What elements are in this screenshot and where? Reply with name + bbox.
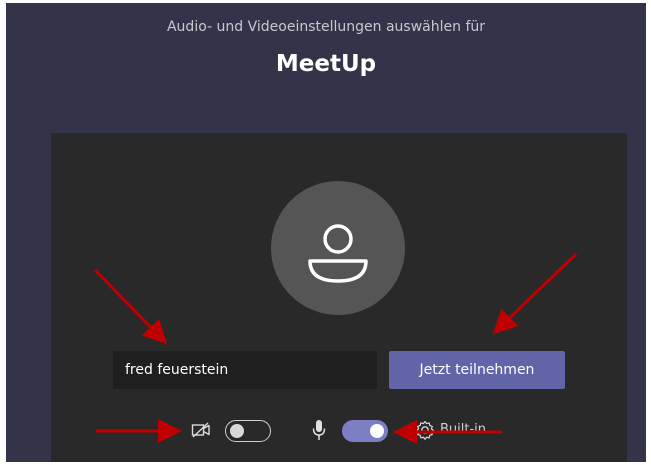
microphone-toggle-knob bbox=[370, 424, 384, 438]
name-input[interactable] bbox=[113, 351, 377, 389]
camera-off-icon bbox=[191, 422, 210, 438]
header-subtitle: Audio- und Videoeinstellungen auswählen … bbox=[166, 19, 485, 35]
meeting-prejoin-window: Audio- und Videoeinstellungen auswählen … bbox=[6, 3, 646, 462]
camera-toggle[interactable] bbox=[225, 420, 271, 442]
video-preview-panel: Jetzt teilnehmen Built bbox=[51, 133, 627, 462]
microphone-icon bbox=[312, 420, 326, 440]
device-controls: Built-in bbox=[51, 415, 627, 445]
gear-icon[interactable] bbox=[415, 420, 435, 440]
meeting-title: MeetUp bbox=[275, 51, 377, 77]
person-icon bbox=[308, 224, 368, 283]
camera-toggle-knob bbox=[230, 423, 244, 438]
join-now-button[interactable]: Jetzt teilnehmen bbox=[389, 351, 565, 389]
avatar bbox=[271, 181, 405, 315]
device-label[interactable]: Built-in bbox=[440, 422, 486, 437]
microphone-toggle[interactable] bbox=[342, 420, 388, 442]
